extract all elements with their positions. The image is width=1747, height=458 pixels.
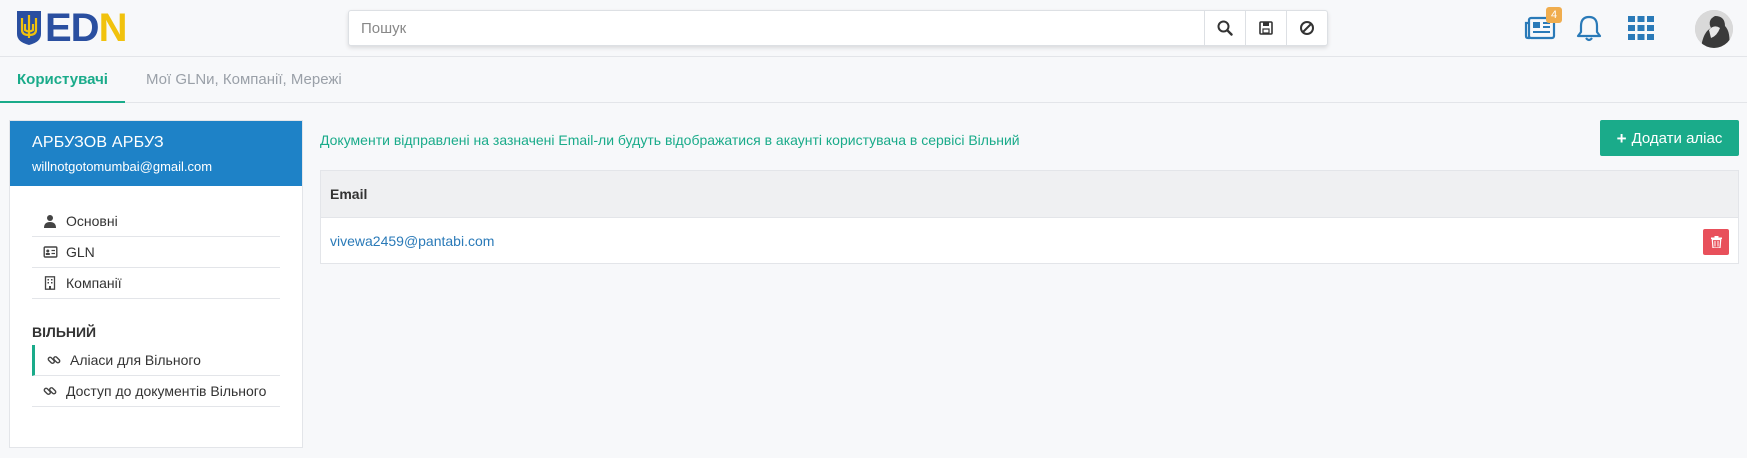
column-header-email: Email [330, 186, 368, 202]
trash-icon [1710, 236, 1722, 248]
sidebar-item-vilnyi-aliases[interactable]: Аліаси для Вільного [32, 345, 280, 376]
delete-alias-button[interactable] [1703, 229, 1729, 255]
user-email: willnotgotomumbai@gmail.com [32, 159, 213, 174]
link-icon [43, 387, 57, 396]
sidebar-item-label: Аліаси для Вільного [70, 352, 201, 368]
user-icon [44, 215, 56, 228]
search-button[interactable] [1204, 11, 1245, 45]
plus-icon: + [1616, 128, 1627, 148]
sidebar-item-label: Доступ до документів Вільного [66, 383, 267, 399]
tab-my-glns[interactable]: Мої GLNи, Компанії, Мережі [146, 57, 342, 103]
alias-table: Email vivewa2459@pantabi.com [320, 170, 1739, 264]
id-card-icon [42, 246, 58, 258]
apps-button[interactable] [1623, 10, 1659, 46]
news-badge: 4 [1546, 7, 1562, 23]
sidebar-item-label: Основні [66, 213, 118, 229]
search-bar [348, 10, 1328, 46]
top-header: EDN 4 [0, 0, 1747, 57]
user-sidebar: АРБУЗОВ АРБУЗ willnotgotomumbai@gmail.co… [9, 120, 303, 448]
sidebar-item-label: Компанії [66, 275, 122, 291]
avatar-image [1695, 10, 1733, 48]
sidebar-menu: Основні GLN Компанії ВІЛЬНИЙ Аліаси для … [10, 186, 302, 407]
apps-grid-icon [1628, 16, 1654, 40]
tab-users[interactable]: Користувачі [0, 57, 125, 103]
building-icon [44, 276, 56, 290]
trident-shield-icon [17, 11, 41, 45]
add-alias-button[interactable]: + Додати аліас [1600, 120, 1739, 156]
table-row: vivewa2459@pantabi.com [321, 218, 1738, 263]
sidebar-item-basic[interactable]: Основні [32, 206, 280, 237]
bell-icon [1576, 15, 1602, 42]
save-icon [1259, 21, 1273, 35]
sidebar-item-vilnyi-doc-access[interactable]: Доступ до документів Вільного [32, 376, 280, 407]
cancel-icon [1300, 21, 1314, 35]
sidebar-item-label: GLN [66, 244, 95, 260]
logo[interactable]: EDN [16, 6, 128, 50]
clear-search-button[interactable] [1286, 11, 1327, 45]
search-input[interactable] [349, 11, 1204, 45]
save-search-button[interactable] [1245, 11, 1286, 45]
notifications-button[interactable] [1571, 10, 1607, 46]
link-icon [47, 356, 61, 365]
table-header: Email [321, 171, 1738, 218]
avatar[interactable] [1695, 10, 1733, 48]
sidebar-item-companies[interactable]: Компанії [32, 268, 280, 299]
info-text: Документи відправлені на зазначені Email… [320, 132, 1020, 148]
tab-bar: Користувачі Мої GLNи, Компанії, Мережі [0, 57, 1747, 103]
logo-text-ed: ED [45, 6, 100, 50]
user-header: АРБУЗОВ АРБУЗ willnotgotomumbai@gmail.co… [10, 121, 302, 186]
alias-email[interactable]: vivewa2459@pantabi.com [330, 233, 494, 249]
section-title-vilnyi: ВІЛЬНИЙ [32, 324, 97, 340]
add-alias-label: Додати аліас [1631, 129, 1723, 147]
user-name: АРБУЗОВ АРБУЗ [32, 134, 164, 151]
search-icon [1217, 20, 1233, 36]
logo-text-n: N [98, 6, 128, 50]
news-button[interactable]: 4 [1522, 7, 1562, 46]
sidebar-item-gln[interactable]: GLN [32, 237, 280, 268]
